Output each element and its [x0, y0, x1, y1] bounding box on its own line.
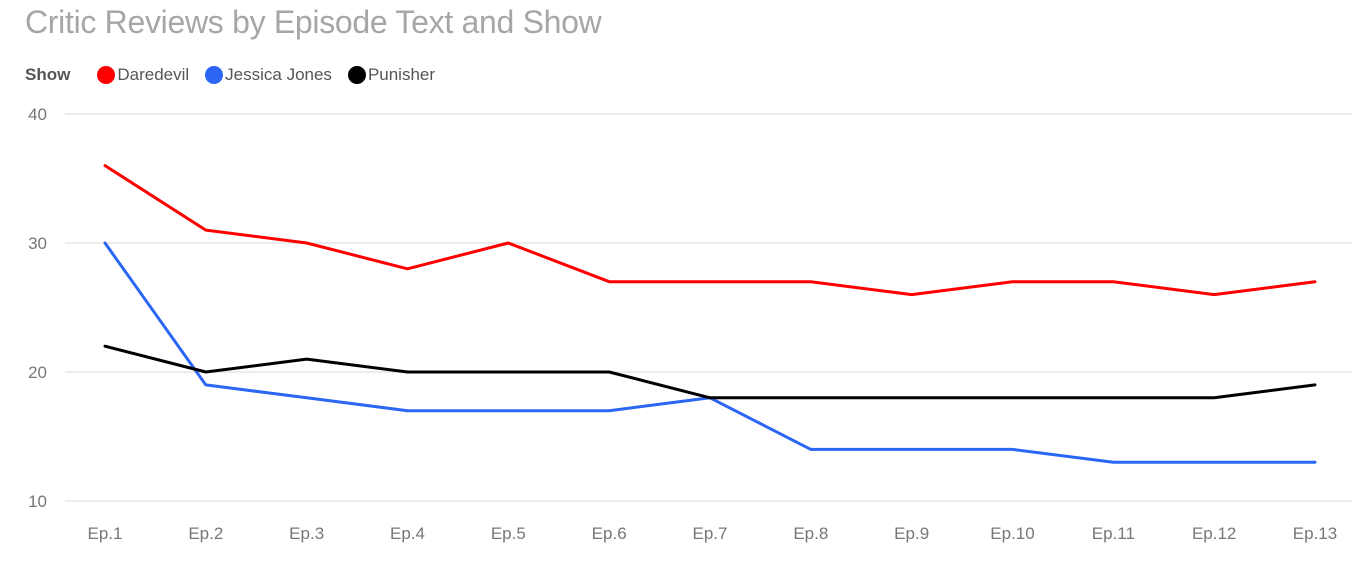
- data-point-punisher[interactable]: [404, 368, 412, 376]
- data-point-punisher[interactable]: [908, 394, 916, 402]
- data-point-punisher[interactable]: [303, 355, 311, 363]
- y-tick-label: 20: [28, 363, 47, 382]
- data-point-daredevil[interactable]: [706, 278, 714, 286]
- x-tick-label: Ep.11: [1092, 524, 1135, 543]
- data-point-daredevil[interactable]: [202, 226, 210, 234]
- gridlines: [65, 113, 1352, 502]
- data-point-jessica-jones[interactable]: [303, 394, 311, 402]
- data-point-punisher[interactable]: [605, 368, 613, 376]
- data-point-jessica-jones[interactable]: [908, 445, 916, 453]
- data-point-punisher[interactable]: [1009, 394, 1017, 402]
- x-tick-label: Ep.4: [390, 524, 425, 543]
- x-tick-label: Ep.9: [894, 524, 929, 543]
- data-point-jessica-jones[interactable]: [1109, 458, 1117, 466]
- data-point-punisher[interactable]: [1311, 381, 1319, 389]
- data-point-punisher[interactable]: [1109, 394, 1117, 402]
- x-tick-label: Ep.12: [1192, 524, 1236, 543]
- data-point-daredevil[interactable]: [303, 239, 311, 247]
- x-tick-label: Ep.5: [491, 524, 526, 543]
- data-point-punisher[interactable]: [504, 368, 512, 376]
- x-tick-label: Ep.8: [793, 524, 828, 543]
- data-point-punisher[interactable]: [706, 394, 714, 402]
- data-point-daredevil[interactable]: [1009, 278, 1017, 286]
- data-point-jessica-jones[interactable]: [202, 381, 210, 389]
- data-point-daredevil[interactable]: [101, 162, 109, 170]
- x-tick-label: Ep.2: [188, 524, 223, 543]
- y-tick-label: 40: [28, 105, 47, 124]
- y-tick-label: 30: [28, 234, 47, 253]
- y-tick-label: 10: [28, 492, 47, 511]
- data-point-daredevil[interactable]: [404, 265, 412, 273]
- x-axis: Ep.1 Ep.2 Ep.3 Ep.4 Ep.5 Ep.6 Ep.7 Ep.8 Ep.9 Ep.1…: [88, 524, 1338, 543]
- data-point-daredevil[interactable]: [504, 239, 512, 247]
- data-point-jessica-jones[interactable]: [605, 407, 613, 415]
- data-point-daredevil[interactable]: [605, 278, 613, 286]
- series-line-daredevil[interactable]: [103, 164, 1317, 297]
- data-point-punisher[interactable]: [202, 368, 210, 376]
- data-point-punisher[interactable]: [807, 394, 815, 402]
- data-point-daredevil[interactable]: [1210, 291, 1218, 299]
- data-point-daredevil[interactable]: [1109, 278, 1117, 286]
- data-point-jessica-jones[interactable]: [1210, 458, 1218, 466]
- data-point-daredevil[interactable]: [1311, 278, 1319, 286]
- x-tick-label: Ep.7: [693, 524, 728, 543]
- data-point-jessica-jones[interactable]: [504, 407, 512, 415]
- data-point-jessica-jones[interactable]: [1311, 458, 1319, 466]
- series-line-jessica-jones[interactable]: [103, 241, 1317, 464]
- series-lines: [101, 162, 1319, 466]
- x-tick-label: Ep.6: [592, 524, 627, 543]
- x-tick-label: Ep.3: [289, 524, 324, 543]
- data-point-punisher[interactable]: [1210, 394, 1218, 402]
- data-point-jessica-jones[interactable]: [807, 445, 815, 453]
- x-tick-label: Ep.10: [990, 524, 1034, 543]
- x-tick-label: Ep.1: [88, 524, 123, 543]
- y-axis: 10 20 30 40: [28, 105, 47, 511]
- data-point-daredevil[interactable]: [807, 278, 815, 286]
- data-point-punisher[interactable]: [101, 342, 109, 350]
- line-chart: 10203040 Ep.1 Ep.2 Ep.3 Ep.4 Ep.5 Ep.6 Ep.7 Ep.…: [28, 105, 1352, 543]
- data-point-jessica-jones[interactable]: [101, 239, 109, 247]
- x-tick-label: Ep.13: [1293, 524, 1337, 543]
- data-point-daredevil[interactable]: [908, 291, 916, 299]
- data-point-jessica-jones[interactable]: [1009, 445, 1017, 453]
- data-point-jessica-jones[interactable]: [404, 407, 412, 415]
